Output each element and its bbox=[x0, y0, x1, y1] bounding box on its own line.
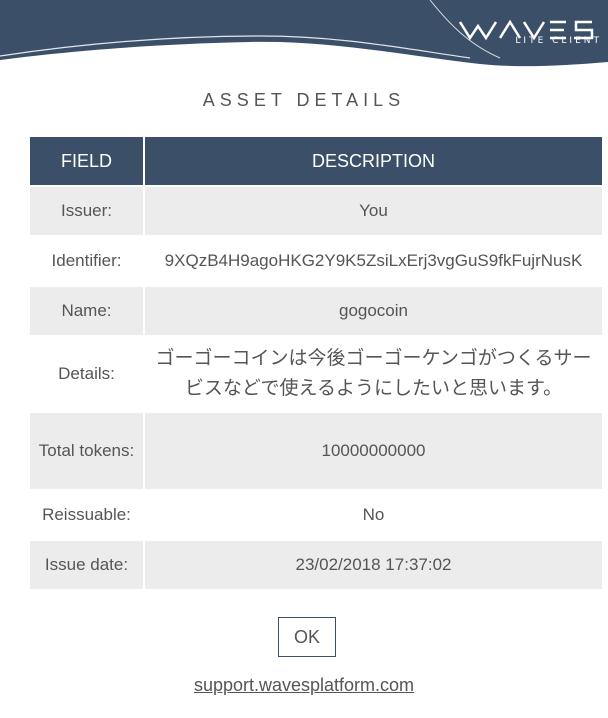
field-label: Details: bbox=[30, 335, 145, 412]
table-row-issuer: Issuer: You bbox=[30, 185, 602, 236]
field-value: ゴーゴーコインは今後ゴーゴーケンゴがつくるサービスなどで使えるようにしたいと思い… bbox=[144, 335, 602, 412]
column-header-description: DESCRIPTION bbox=[144, 137, 602, 186]
table-row-identifier: Identifier: 9XQzB4H9agoHKG2Y9K5ZsiLxErj3… bbox=[30, 235, 602, 286]
header-banner: LITE CLIENT bbox=[0, 0, 608, 75]
table-row-reissuable: Reissuable: No bbox=[30, 489, 602, 540]
field-value: 23/02/2018 17:37:02 bbox=[144, 539, 602, 589]
dialog-title: ASSET DETAILS bbox=[202, 90, 406, 110]
field-label: Identifier: bbox=[30, 235, 145, 286]
field-label: Total tokens: bbox=[30, 411, 145, 490]
field-value: 9XQzB4H9agoHKG2Y9K5ZsiLxErj3vgGuS9fkFujr… bbox=[144, 235, 602, 286]
table-header-row: FIELD DESCRIPTION bbox=[30, 137, 602, 186]
field-value: No bbox=[144, 489, 602, 540]
logo-subtitle: LITE CLIENT bbox=[515, 36, 602, 46]
table-row-name: Name: gogocoin bbox=[30, 285, 602, 336]
asset-details-table: FIELD DESCRIPTION Issuer: You Identifier… bbox=[30, 137, 602, 589]
table-row-issue-date: Issue date: 23/02/2018 17:37:02 bbox=[30, 539, 602, 589]
field-label: Issuer: bbox=[30, 185, 145, 236]
table-row-details: Details: ゴーゴーコインは今後ゴーゴーケンゴがつくるサービスなどで使える… bbox=[30, 335, 602, 412]
field-value: 10000000000 bbox=[144, 411, 602, 490]
field-value: You bbox=[144, 185, 602, 236]
column-header-field: FIELD bbox=[30, 137, 145, 186]
support-link[interactable]: support.wavesplatform.com bbox=[0, 675, 608, 696]
ok-button[interactable]: OK bbox=[278, 617, 336, 657]
field-label: Name: bbox=[30, 285, 145, 336]
table-row-total-tokens: Total tokens: 10000000000 bbox=[30, 411, 602, 490]
field-value: gogocoin bbox=[144, 285, 602, 336]
field-label: Reissuable: bbox=[30, 489, 145, 540]
field-label: Issue date: bbox=[30, 539, 145, 589]
